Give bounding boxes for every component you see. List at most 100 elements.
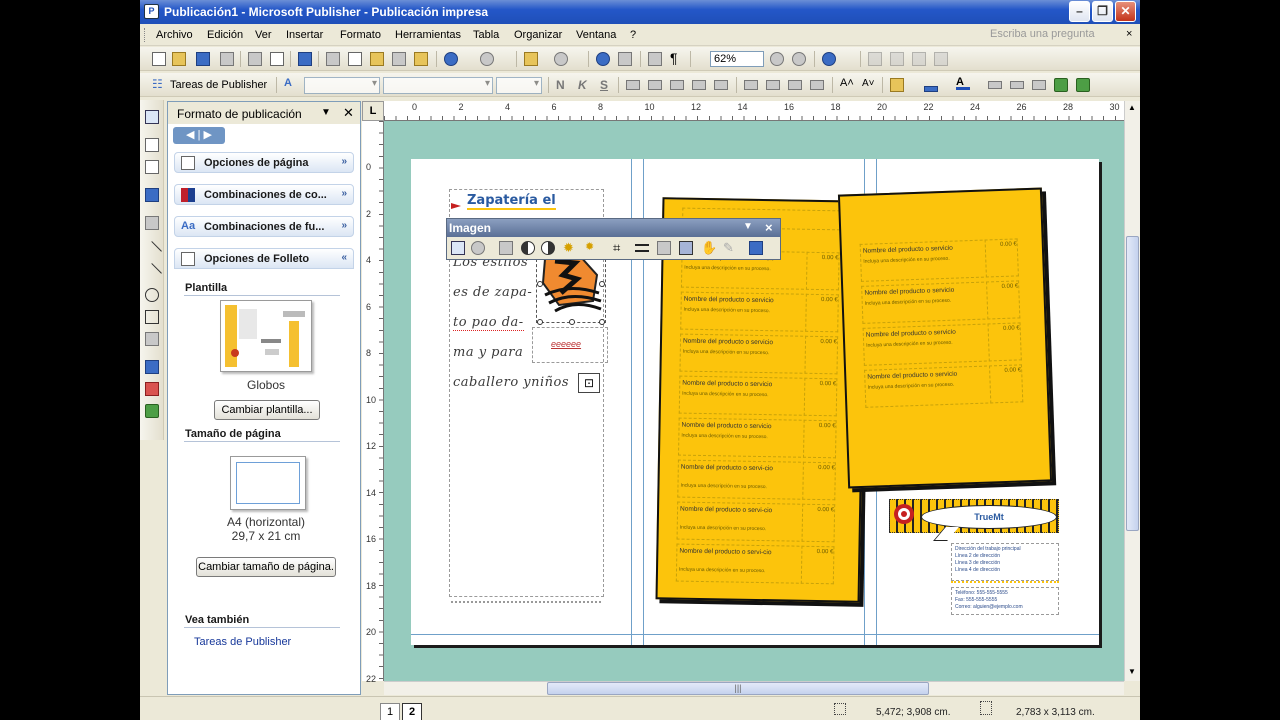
bullets-icon[interactable] (766, 80, 780, 90)
task-pane-nav[interactable]: ◀ | ▶ (173, 127, 225, 144)
horizontal-scrollbar[interactable]: ||| (384, 681, 1124, 695)
less-brightness-icon[interactable]: ✹ (585, 241, 599, 255)
justify-icon[interactable] (692, 80, 706, 90)
chevron-down-icon[interactable]: » (341, 220, 347, 231)
increase-indent-icon[interactable] (810, 80, 824, 90)
page-tab-2[interactable]: 2 (402, 703, 422, 720)
product-row[interactable]: Nombre del producto o servi-cio Incluya u… (677, 459, 837, 501)
page-size-thumbnail[interactable] (230, 456, 306, 510)
vertical-scroll-thumb[interactable] (1126, 236, 1139, 531)
template-thumbnail[interactable] (220, 300, 312, 372)
body-line-2[interactable]: es de zapa- (453, 285, 532, 300)
new-icon[interactable] (152, 52, 166, 66)
open-icon[interactable] (172, 52, 186, 66)
shrink-font-icon[interactable]: A˅ (862, 78, 876, 92)
logo-caption[interactable]: eeeeee (551, 339, 581, 349)
menu-insertar[interactable]: Insertar (286, 29, 323, 41)
task-pane-close-icon[interactable]: ✕ (343, 105, 354, 121)
format-picture-icon[interactable]: ✋ (701, 241, 717, 255)
grow-font-icon[interactable]: A˄ (840, 77, 854, 91)
scroll-down-icon[interactable]: ▼ (1128, 667, 1136, 676)
chevron-down-icon[interactable]: » (341, 188, 347, 199)
line-color-icon[interactable] (924, 86, 938, 92)
product-row[interactable]: Nombre del producto o servicioIncluya un… (680, 291, 840, 333)
product-row[interactable]: Nombre del producto o servi-cio Incluya u… (675, 543, 836, 585)
picture-icon[interactable] (145, 216, 159, 230)
text-fit-icon[interactable] (912, 52, 926, 66)
minimize-button[interactable]: – (1069, 1, 1090, 22)
menu-tabla[interactable]: Tabla (473, 29, 499, 41)
menu-help[interactable]: ? (630, 29, 636, 41)
product-row[interactable]: Nombre del producto o servicioIncluya un… (862, 322, 1023, 366)
page-tab-1[interactable]: 1 (380, 703, 400, 720)
help-icon[interactable] (822, 52, 836, 66)
restore-button[interactable]: ❐ (1092, 1, 1113, 22)
select-arrow-icon[interactable] (145, 110, 159, 124)
print-icon[interactable] (248, 52, 262, 66)
crop-icon[interactable]: ⌗ (613, 241, 627, 255)
ask-question-box[interactable]: Escriba una pregunta (990, 28, 1130, 43)
task-pane-dropdown-icon[interactable]: ▼ (321, 107, 331, 118)
distribute-icon[interactable] (714, 80, 728, 90)
autoshapes-icon[interactable] (145, 332, 159, 346)
body-line-3[interactable]: to pao da- (453, 315, 524, 331)
redo-icon[interactable] (480, 52, 494, 66)
menu-formato[interactable]: Formato (340, 29, 381, 41)
less-contrast-icon[interactable] (541, 241, 555, 255)
product-row[interactable]: Nombre del producto o servicioIncluya un… (864, 364, 1025, 408)
oval-icon[interactable] (145, 288, 159, 302)
frame-icon[interactable] (934, 52, 948, 66)
image-toolbar-close-icon[interactable]: × (765, 220, 773, 235)
align-left-icon[interactable] (626, 80, 640, 90)
design-gallery-icon[interactable] (145, 382, 159, 396)
search-file-icon[interactable] (220, 52, 234, 66)
menu-archivo[interactable]: Archivo (156, 29, 193, 41)
underline-button[interactable]: S (600, 78, 608, 92)
menu-herramientas[interactable]: Herramientas (395, 29, 461, 41)
pilcrow-icon[interactable]: ¶ (670, 50, 684, 66)
resize-handle[interactable] (599, 281, 605, 287)
text-wrapping-icon[interactable] (679, 241, 693, 255)
hyperlink-icon[interactable] (596, 52, 610, 66)
banner-bubble[interactable]: TrueMt (921, 505, 1057, 529)
tasks-label[interactable]: Tareas de Publisher (170, 79, 267, 91)
rectangle-icon[interactable] (145, 310, 159, 324)
change-template-button[interactable]: Cambiar plantilla... (214, 400, 320, 420)
reset-picture-icon[interactable] (749, 241, 763, 255)
undo-icon[interactable] (444, 52, 458, 66)
line-style-icon[interactable] (635, 244, 649, 252)
numbering-icon[interactable] (744, 80, 758, 90)
menu-edicion[interactable]: Edición (207, 29, 243, 41)
line-icon[interactable] (142, 241, 162, 261)
insert-picture-icon[interactable] (451, 241, 465, 255)
arrow-style-icon[interactable] (1032, 80, 1046, 90)
text-box-icon[interactable] (145, 138, 159, 152)
resize-handle[interactable] (537, 281, 543, 287)
save-icon[interactable] (196, 52, 210, 66)
vertical-scrollbar[interactable]: ▲ ▼ (1124, 101, 1140, 681)
product-list-panel-2[interactable]: Nombre del producto o servicio Incluya un… (837, 187, 1053, 489)
logo-graphic[interactable] (539, 253, 605, 323)
paste-icon[interactable] (370, 52, 384, 66)
spelling-icon[interactable] (298, 52, 312, 66)
font-combo[interactable] (383, 77, 493, 94)
more-contrast-icon[interactable] (521, 241, 535, 255)
resize-handle[interactable] (599, 319, 605, 325)
styles-icon[interactable]: A (284, 77, 298, 91)
arrow-icon[interactable] (142, 263, 162, 283)
image-color-icon[interactable] (471, 241, 485, 255)
ruler-corner[interactable]: L (362, 101, 384, 121)
close-button[interactable]: ✕ (1115, 1, 1136, 22)
zoom-field[interactable]: 62% (710, 51, 764, 67)
color-mode-icon[interactable] (499, 241, 513, 255)
product-row[interactable]: Nombre del producto o servicioIncluya un… (679, 333, 840, 375)
section-font-schemes[interactable]: Aa Combinaciones de fu... » (174, 216, 354, 237)
section-page-options[interactable]: Opciones de página » (174, 152, 354, 173)
font-size-combo[interactable] (496, 77, 542, 94)
chevron-down-icon[interactable]: » (341, 156, 347, 167)
clear-icon[interactable] (392, 52, 406, 66)
dash-style-icon[interactable] (1010, 81, 1024, 89)
cut-icon[interactable] (326, 52, 340, 66)
italic-button[interactable]: K (578, 78, 587, 92)
zoom-in-icon[interactable] (792, 52, 806, 66)
